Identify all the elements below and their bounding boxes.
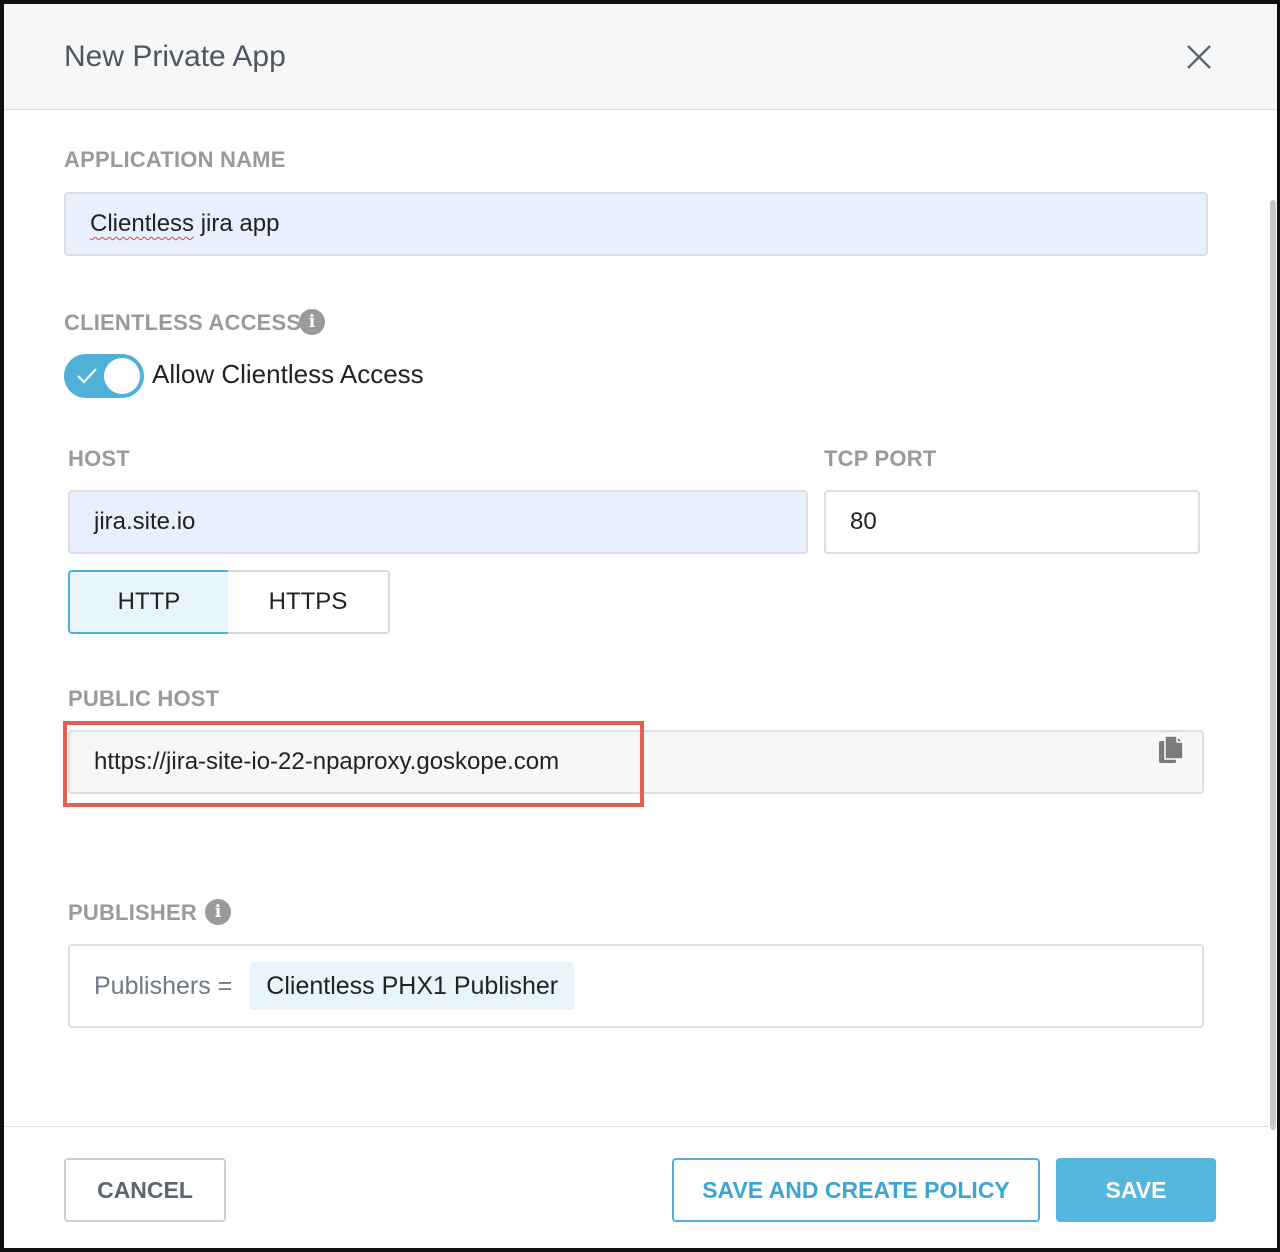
dialog-title: New Private App bbox=[64, 40, 286, 73]
tcp-port-input[interactable]: 80 bbox=[824, 490, 1200, 554]
application-name-value-rest: jira app bbox=[194, 210, 280, 237]
application-name-input[interactable]: Clientless jira app bbox=[64, 192, 1208, 256]
copy-icon[interactable] bbox=[1158, 734, 1184, 766]
clientless-access-label: CLIENTLESS ACCESS bbox=[64, 310, 302, 335]
tcp-port-value: 80 bbox=[850, 508, 877, 535]
public-host-highlight-box bbox=[63, 721, 644, 807]
application-name-misspelled-word: Clientless bbox=[90, 210, 195, 237]
publisher-prefix: Publishers = bbox=[94, 971, 233, 1000]
info-icon[interactable]: i bbox=[205, 899, 231, 925]
footer-divider bbox=[4, 1126, 1277, 1127]
host-label: HOST bbox=[68, 446, 130, 471]
cancel-button[interactable]: CANCEL bbox=[64, 1158, 226, 1222]
allow-clientless-access-label: Allow Clientless Access bbox=[152, 359, 424, 389]
publisher-selector[interactable]: Publishers = Clientless PHX1 Publisher bbox=[68, 944, 1204, 1028]
info-icon[interactable]: i bbox=[299, 309, 325, 335]
dialog-header: New Private App bbox=[4, 4, 1277, 110]
close-icon[interactable] bbox=[1182, 40, 1216, 74]
host-value: jira.site.io bbox=[94, 508, 196, 535]
publisher-label: PUBLISHER bbox=[68, 900, 197, 925]
toggle-knob bbox=[104, 358, 140, 394]
publisher-chip[interactable]: Clientless PHX1 Publisher bbox=[250, 962, 575, 1010]
scrollbar[interactable] bbox=[1270, 200, 1276, 1130]
tcp-port-label: TCP PORT bbox=[824, 446, 937, 471]
protocol-https-button[interactable]: HTTPS bbox=[228, 570, 390, 634]
allow-clientless-access-toggle[interactable] bbox=[64, 354, 144, 398]
save-button[interactable]: SAVE bbox=[1056, 1158, 1216, 1222]
protocol-http-button[interactable]: HTTP bbox=[68, 570, 230, 634]
public-host-label: PUBLIC HOST bbox=[68, 686, 220, 711]
checkmark-icon bbox=[77, 368, 97, 384]
application-name-label: APPLICATION NAME bbox=[64, 147, 286, 172]
host-input[interactable]: jira.site.io bbox=[68, 490, 808, 554]
new-private-app-dialog: New Private App APPLICATION NAME Clientl… bbox=[0, 0, 1280, 1252]
save-and-create-policy-button[interactable]: SAVE AND CREATE POLICY bbox=[672, 1158, 1040, 1222]
